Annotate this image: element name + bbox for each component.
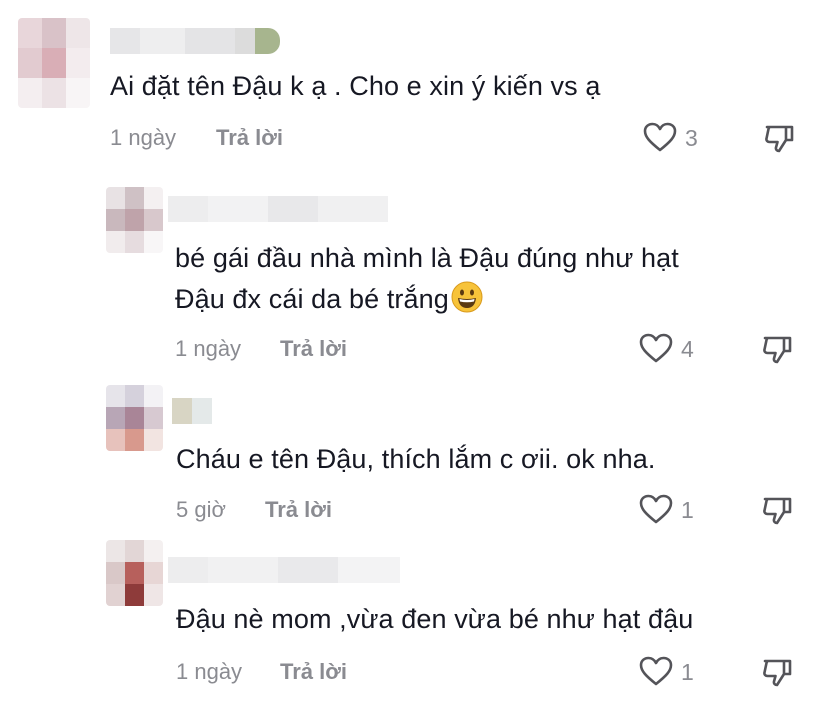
heart-outline-icon[interactable]: [638, 332, 674, 364]
thumbs-down-icon[interactable]: [760, 493, 794, 527]
reply-comment-item: Cháu e tên Đậu, thích lắm c ơii. ok nha.…: [0, 375, 828, 535]
avatar-blurred[interactable]: [106, 540, 163, 606]
like-count: 4: [681, 336, 694, 362]
reply-comment-item: Đậu nè mom ,vừa đen vừa bé như hạt đậu 1…: [0, 535, 828, 705]
comment-text: bé gái đầu nhà mình là Đậu đúng như hạt: [175, 243, 679, 273]
username-blurred[interactable]: [172, 398, 212, 424]
comment-time: 1 ngày: [176, 659, 243, 684]
avatar-blurred[interactable]: [106, 385, 163, 451]
thumbs-down-icon[interactable]: [760, 332, 794, 366]
username-blurred[interactable]: [110, 28, 280, 54]
reply-comment-item: bé gái đầu nhà mình là Đậu đúng như hạt …: [0, 170, 828, 375]
reply-button[interactable]: Trả lời: [216, 125, 283, 151]
thumbs-down-icon[interactable]: [760, 655, 794, 689]
reply-button[interactable]: Trả lời: [280, 659, 347, 685]
like-count: 3: [685, 125, 698, 151]
comment-text: Đậu nè mom ,vừa đen vừa bé như hạt đậu: [176, 604, 694, 634]
comment-time: 1 ngày: [175, 336, 242, 361]
comment-text-line2: Đậu đx cái da bé trắng: [175, 279, 483, 320]
comment-text: Ai đặt tên Đậu k ạ . Cho e xin ý kiến vs…: [110, 71, 601, 101]
heart-outline-icon[interactable]: [642, 121, 678, 153]
comment-time: 5 giờ: [176, 497, 226, 522]
comment-item: Ai đặt tên Đậu k ạ . Cho e xin ý kiến vs…: [0, 0, 828, 170]
avatar-blurred[interactable]: [106, 187, 163, 253]
heart-outline-icon[interactable]: [638, 493, 674, 525]
avatar-blurred[interactable]: [18, 18, 90, 108]
thumbs-down-icon[interactable]: [762, 121, 796, 155]
username-blurred[interactable]: [168, 196, 388, 222]
grinning-face-emoji: [451, 281, 483, 313]
like-count: 1: [681, 497, 694, 523]
comment-text: Cháu e tên Đậu, thích lắm c ơii. ok nha.: [176, 444, 656, 474]
comment-time: 1 ngày: [110, 125, 177, 150]
username-blurred[interactable]: [168, 557, 400, 583]
reply-button[interactable]: Trả lời: [280, 336, 347, 362]
heart-outline-icon[interactable]: [638, 655, 674, 687]
reply-button[interactable]: Trả lời: [265, 497, 332, 523]
like-count: 1: [681, 659, 694, 685]
